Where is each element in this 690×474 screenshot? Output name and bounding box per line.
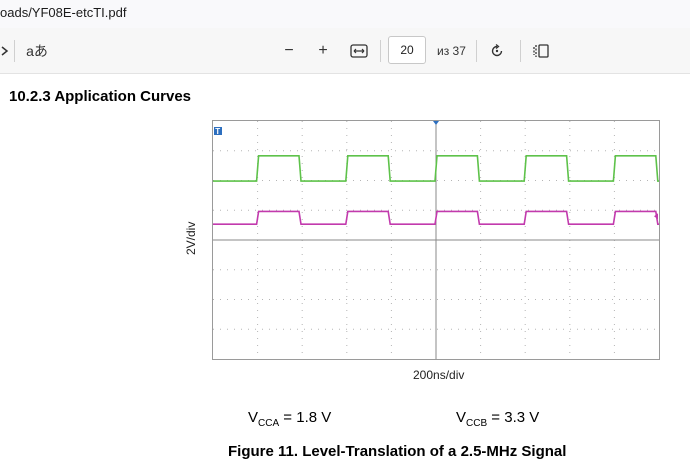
vcca-prefix: V — [248, 409, 259, 426]
zoom-in-button[interactable]: + — [312, 38, 334, 64]
zoom-out-button[interactable]: − — [278, 38, 300, 64]
rotate-icon[interactable] — [486, 38, 508, 64]
vccb-label: VCCB = 3.3 V — [456, 409, 539, 429]
page-count: из 37 — [437, 44, 466, 58]
y-axis-label: 2V/div — [184, 221, 198, 255]
toolbar-divider — [476, 40, 477, 62]
trace-line — [213, 210, 659, 226]
read-aloud-button[interactable]: aあ — [24, 38, 50, 64]
toolbar-divider — [380, 40, 381, 62]
trigger-marker-label: T — [215, 127, 220, 136]
vcca-subscript: CCA — [258, 418, 280, 429]
pdf-toolbar: aあ − + из 37 — [0, 28, 690, 74]
toolbar-divider — [14, 40, 15, 62]
toolbar-divider — [520, 40, 521, 62]
oscilloscope-plot: T — [212, 120, 660, 360]
menu-chevron-icon[interactable] — [0, 38, 10, 64]
figure-caption: Figure 11. Level-Translation of a 2.5-MH… — [228, 443, 567, 460]
trace-line — [213, 155, 659, 182]
vcca-value: = 1.8 V — [279, 409, 332, 426]
section-title: 10.2.3 Application Curves — [9, 88, 192, 105]
page-number-input[interactable] — [388, 36, 426, 64]
vccb-value: = 3.3 V — [487, 409, 540, 426]
time-ref-marker — [433, 121, 439, 125]
scope-svg: T — [213, 121, 659, 359]
title-bar: oads/YF08E-etcTI.pdf — [0, 0, 690, 28]
fit-width-icon[interactable] — [347, 38, 371, 64]
vcca-label: VCCA = 1.8 V — [248, 409, 331, 429]
vccb-prefix: V — [456, 409, 467, 426]
page-view-icon[interactable] — [530, 38, 552, 64]
x-axis-label: 200ns/div — [413, 368, 465, 382]
vccb-subscript: CCB — [466, 418, 488, 429]
window-title: oads/YF08E-etcTI.pdf — [0, 5, 127, 20]
